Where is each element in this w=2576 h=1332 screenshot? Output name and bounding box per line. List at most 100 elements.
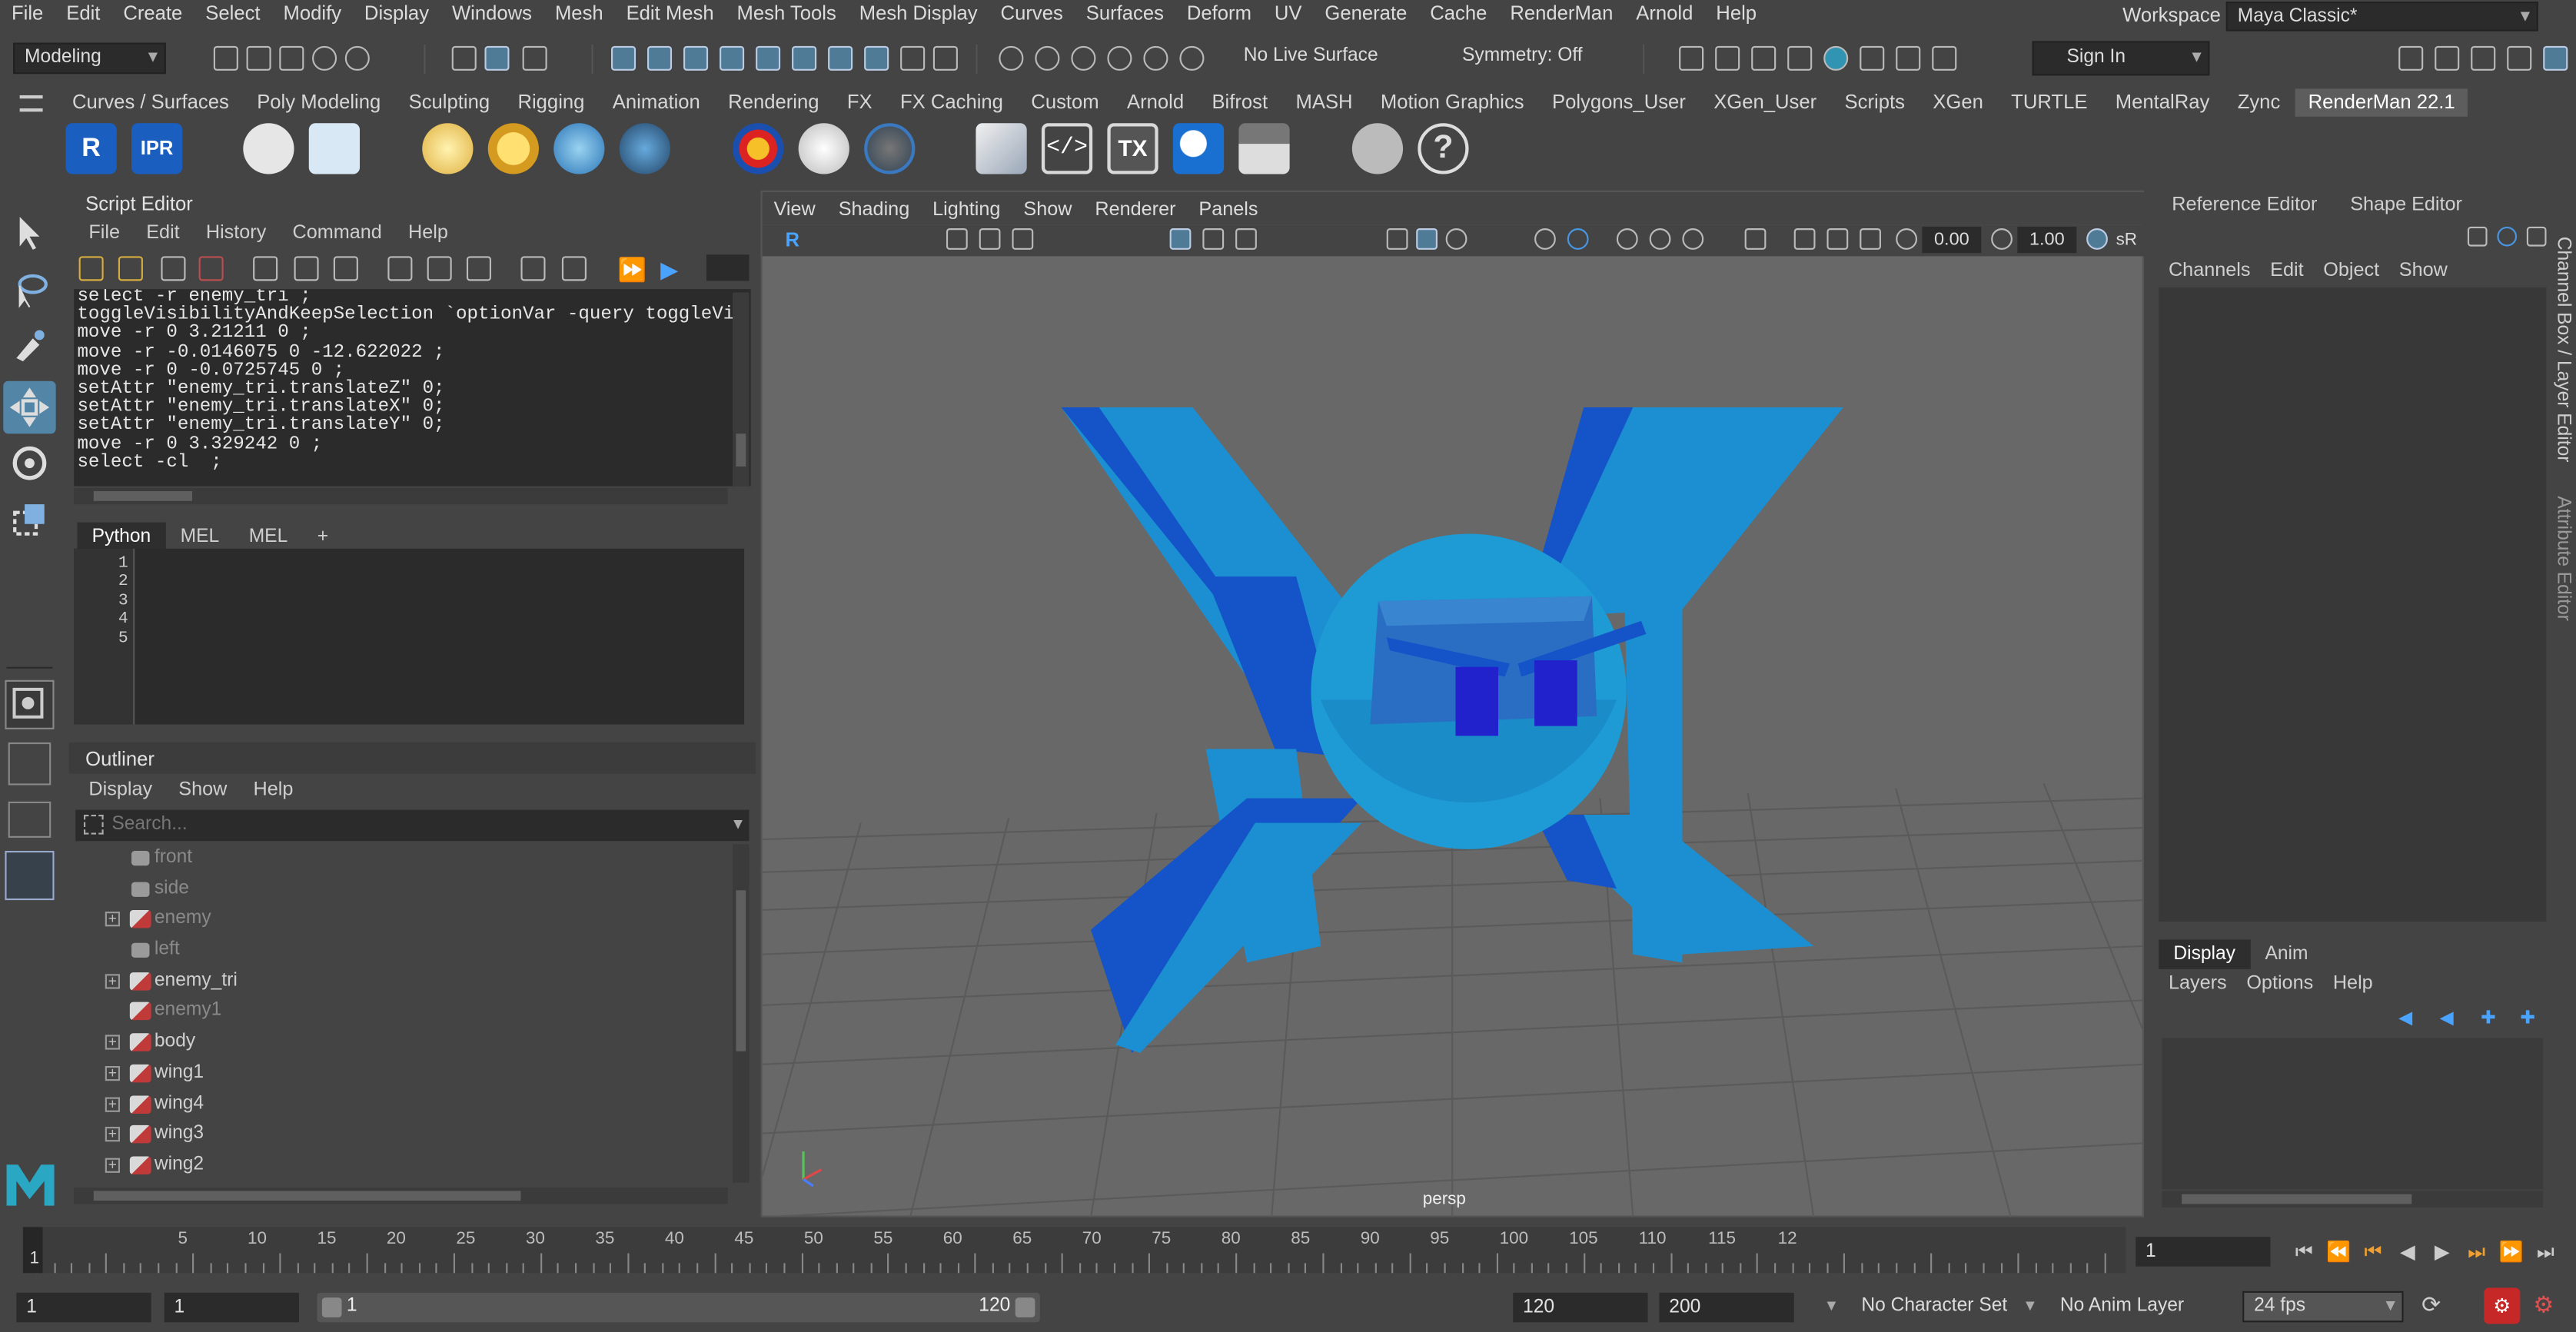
menu-cache[interactable]: Cache: [1418, 1, 1498, 25]
resolution-gate-icon[interactable]: [1235, 228, 1257, 250]
gamma-field[interactable]: 1.00: [2017, 226, 2077, 254]
current-frame-field[interactable]: 1: [2136, 1237, 2271, 1267]
select-object-icon[interactable]: [484, 45, 510, 71]
outliner-row-enemy1[interactable]: enemy1: [75, 996, 733, 1027]
attribute-editor-toggle-icon[interactable]: [2471, 45, 2496, 71]
open-scene-icon[interactable]: [246, 45, 271, 71]
channel-menu-object[interactable]: Object: [2313, 258, 2389, 281]
channel-edit-icon[interactable]: [2526, 226, 2547, 247]
shelf-tab-mash[interactable]: MASH: [1282, 88, 1365, 115]
ambient-occlusion-icon[interactable]: [1616, 228, 1638, 250]
mode-dropdown[interactable]: Modeling: [13, 42, 166, 75]
workspace-dropdown[interactable]: Maya Classic*: [2225, 2, 2538, 32]
viewport-menu-show[interactable]: Show: [1012, 192, 1083, 225]
tool-settings-toggle-icon[interactable]: [2507, 45, 2532, 71]
character-set-chevron-icon[interactable]: ▾: [1826, 1294, 1836, 1316]
filter-icon[interactable]: [83, 815, 104, 835]
menu-mesh[interactable]: Mesh: [543, 1, 615, 25]
layer-menu-options[interactable]: Options: [2236, 971, 2323, 994]
color-management-icon[interactable]: [2086, 228, 2108, 250]
shelf-tab-animation[interactable]: Animation: [600, 88, 713, 115]
step-back-icon[interactable]: ⏪: [2322, 1241, 2356, 1264]
clear-history-icon[interactable]: [253, 256, 278, 281]
film-gate-icon[interactable]: [1202, 228, 1225, 250]
layer-tab-anim[interactable]: Anim: [2250, 938, 2322, 968]
symmetry-label[interactable]: Symmetry: Off: [1462, 46, 1583, 66]
channel-list-area[interactable]: [2159, 287, 2547, 922]
expand-toggle-icon[interactable]: +: [105, 1065, 121, 1081]
outliner-menu-show[interactable]: Show: [165, 777, 240, 800]
xray-components-icon[interactable]: [1860, 228, 1881, 250]
ipr-render-icon[interactable]: [1751, 45, 1777, 71]
construction-history-icon[interactable]: [1179, 45, 1205, 71]
shelf-tab-bifrost[interactable]: Bifrost: [1198, 88, 1281, 115]
history-vertical-scrollbar[interactable]: [733, 292, 750, 487]
magnet-icon[interactable]: [1035, 45, 1060, 71]
channel-menu-channels[interactable]: Channels: [2159, 258, 2260, 281]
script-tab-python[interactable]: Python: [77, 521, 166, 551]
outliner-menu-help[interactable]: Help: [240, 777, 306, 800]
lighting-icon[interactable]: [1534, 228, 1556, 250]
light-bulb-icon[interactable]: [422, 123, 474, 174]
anim-layer-label[interactable]: No Anim Layer: [2060, 1296, 2184, 1316]
outliner-row-wing1[interactable]: + wing1: [75, 1058, 733, 1088]
clear-all-icon[interactable]: [333, 256, 358, 281]
outliner-menu-display[interactable]: Display: [75, 777, 165, 800]
script-menu-history[interactable]: History: [193, 220, 280, 243]
anti-alias-icon[interactable]: [1682, 228, 1704, 250]
open-script-icon[interactable]: [78, 256, 104, 281]
layer-list-area[interactable]: [2162, 1038, 2544, 1190]
viewport-menu-panels[interactable]: Panels: [1187, 192, 1269, 225]
menu-mesh-display[interactable]: Mesh Display: [848, 1, 989, 25]
pxr-surface-icon[interactable]: [733, 123, 784, 174]
expand-toggle-icon[interactable]: +: [105, 1157, 121, 1173]
denoise-icon[interactable]: [1172, 123, 1225, 174]
scale-tool-icon[interactable]: [10, 500, 49, 539]
exposure-icon[interactable]: [1896, 228, 1917, 250]
shelf-tab-polygons-user[interactable]: Polygons_User: [1539, 88, 1699, 115]
script-tab-mel[interactable]: MEL: [234, 522, 302, 551]
menu-generate[interactable]: Generate: [1313, 1, 1418, 25]
magnet-point-icon[interactable]: [1107, 45, 1132, 71]
select-component-icon[interactable]: [522, 45, 547, 71]
menu-modify[interactable]: Modify: [272, 1, 353, 25]
eye-right[interactable]: [1534, 660, 1577, 726]
expand-toggle-icon[interactable]: +: [105, 973, 121, 988]
shelf-tab-scripts[interactable]: Scripts: [1831, 88, 1918, 115]
shelf-tab-zync[interactable]: Zync: [2225, 88, 2294, 115]
exposure-field[interactable]: 0.00: [1922, 226, 1982, 254]
renderman-camera-icon[interactable]: [243, 123, 294, 174]
menu-display[interactable]: Display: [353, 1, 440, 25]
time-slider-track[interactable]: 5 10 15 20 25 30 35 40 45 50 55 60 65 70 75 80 85 90 95 100…: [22, 1227, 2126, 1274]
histogram-icon[interactable]: [1238, 123, 1290, 174]
echo-commands-icon[interactable]: [520, 256, 546, 281]
current-time-marker[interactable]: 1: [22, 1227, 43, 1274]
undo-icon[interactable]: [312, 45, 337, 71]
outliner-row-side[interactable]: side: [75, 873, 733, 904]
single-view-layout-icon[interactable]: [5, 679, 55, 729]
dome-light-icon[interactable]: [553, 123, 605, 174]
shelf-tab-poly-modeling[interactable]: Poly Modeling: [244, 88, 394, 115]
render-settings-icon[interactable]: [1787, 45, 1813, 71]
shelf-tab-xgen-user[interactable]: XGen_User: [1700, 88, 1830, 115]
viewport-menu-shading[interactable]: Shading: [827, 192, 921, 225]
play-forwards-icon[interactable]: ▶: [2425, 1241, 2459, 1264]
isolate-select-icon[interactable]: [1744, 228, 1767, 250]
search-options-chevron-icon[interactable]: ▾: [733, 813, 743, 835]
layer-tab-display[interactable]: Display: [2159, 938, 2251, 968]
help-icon[interactable]: ?: [1418, 123, 1469, 174]
outliner-horizontal-scrollbar[interactable]: [74, 1188, 728, 1204]
outliner-search-box[interactable]: ▾: [75, 809, 750, 842]
anim-layer-chevron-icon[interactable]: ▾: [2026, 1294, 2035, 1316]
menu-select[interactable]: Select: [194, 1, 271, 25]
colorspace-label[interactable]: sR: [2116, 230, 2137, 250]
save-to-shelf-icon[interactable]: [198, 256, 224, 281]
fps-dropdown[interactable]: 24 fps: [2242, 1290, 2404, 1323]
menu-create[interactable]: Create: [111, 1, 194, 25]
step-back-key-icon[interactable]: ⏮: [2356, 1239, 2391, 1264]
shelf-tab-curves-surfaces[interactable]: Curves / Surfaces: [59, 88, 242, 115]
shelf-tab-fx-caching[interactable]: FX Caching: [887, 88, 1016, 115]
lock-icon[interactable]: [900, 45, 926, 71]
snap-curve-icon[interactable]: [647, 45, 673, 71]
menu-deform[interactable]: Deform: [1175, 1, 1263, 25]
